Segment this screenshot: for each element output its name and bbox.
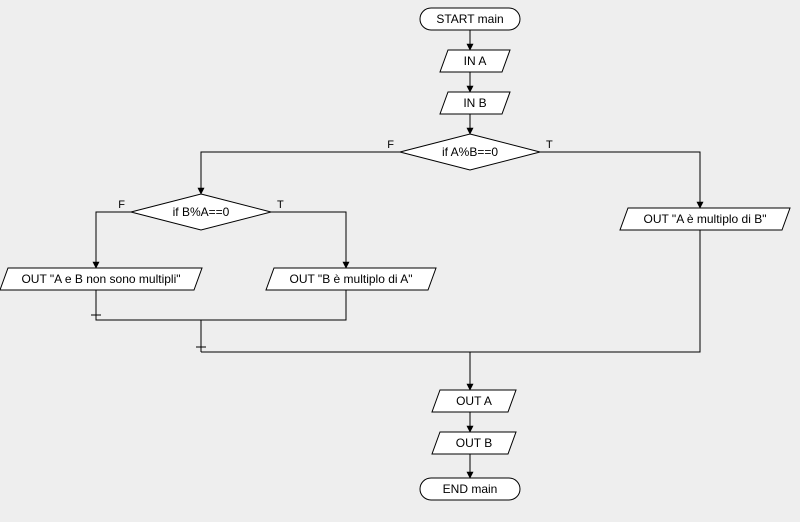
node-out-non: OUT "A e B non sono multipli" [0,268,202,290]
text-out-mult-a: OUT "B è multiplo di A" [289,272,412,286]
node-start: START main [420,8,520,30]
label-dec2-false: F [118,199,125,211]
text-start: START main [436,12,503,26]
text-out-mult-b: OUT "A è multiplo di B" [643,212,766,226]
label-dec1-false: F [387,139,394,151]
label-dec1-true: T [546,139,553,151]
text-end: END main [443,482,498,496]
text-dec1: if A%B==0 [442,145,498,159]
edge [96,212,131,268]
edge [540,152,700,208]
node-out-mult-a: OUT "B è multiplo di A" [266,268,436,290]
edge [201,230,700,352]
edge [96,290,346,320]
node-in-b: IN B [440,92,510,114]
text-in-b: IN B [463,96,486,110]
node-out-a: OUT A [432,390,516,412]
node-out-b: OUT B [432,432,516,454]
flowchart-canvas: START main IN A IN B if A%B==0 F T OUT "… [0,0,800,522]
node-decision-1: if A%B==0 [400,134,540,170]
text-in-a: IN A [464,54,487,68]
text-out-a: OUT A [456,394,492,408]
label-dec2-true: T [277,199,284,211]
edge [271,212,346,268]
node-end: END main [420,478,520,500]
node-decision-2: if B%A==0 [131,194,271,230]
edge [201,352,470,390]
node-in-a: IN A [440,50,510,72]
text-out-non: OUT "A e B non sono multipli" [21,272,180,286]
text-out-b: OUT B [456,436,492,450]
text-dec2: if B%A==0 [173,205,230,219]
edge [201,152,400,194]
node-out-mult-b: OUT "A è multiplo di B" [620,208,790,230]
